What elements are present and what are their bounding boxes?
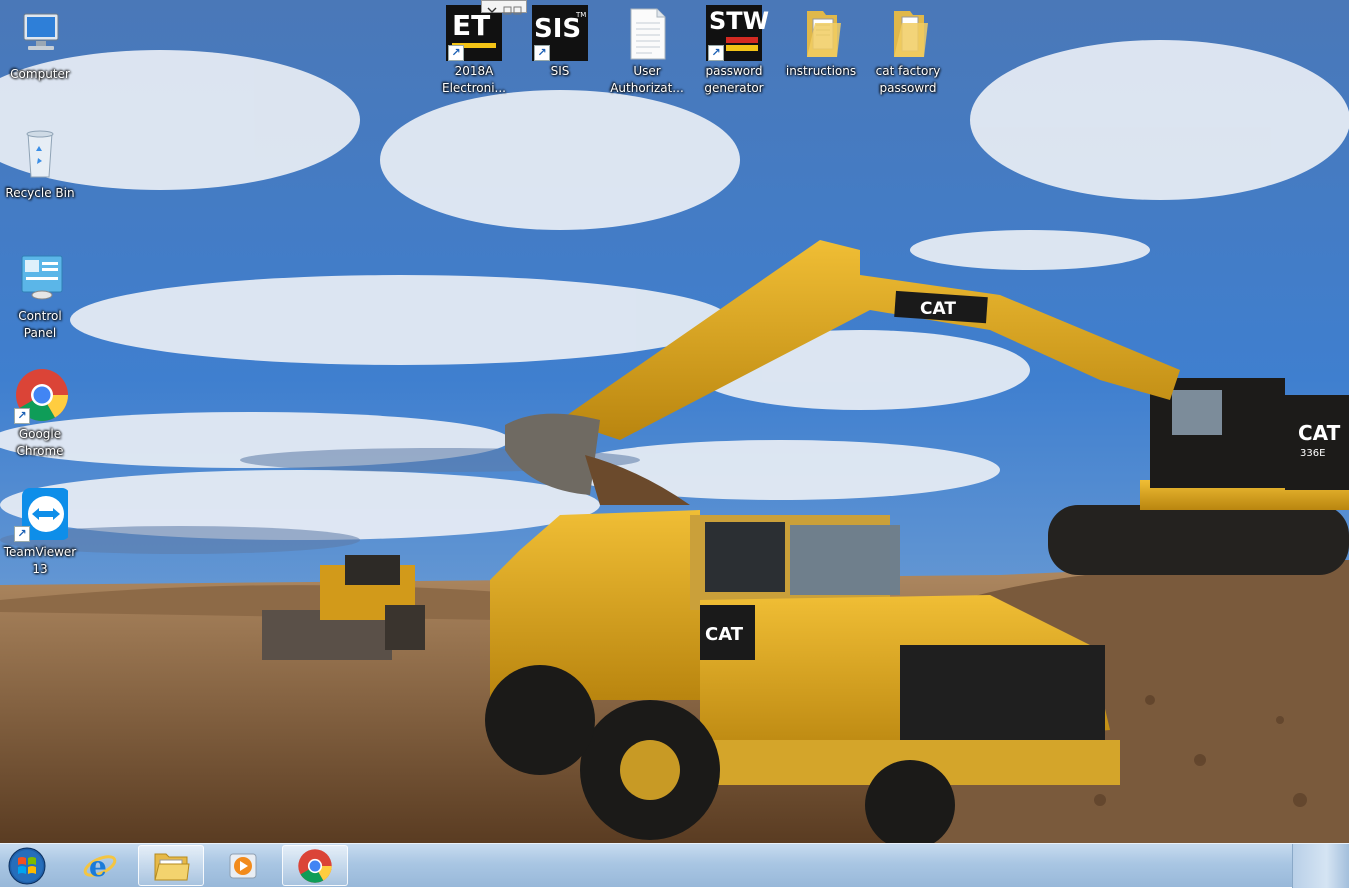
teamviewer-icon: ↗ xyxy=(12,486,70,542)
start-button[interactable] xyxy=(2,845,52,886)
recycle-bin-icon xyxy=(12,127,68,183)
computer-icon xyxy=(12,8,68,64)
desktop-icon-label: cat factory passowrd xyxy=(875,64,941,95)
desktop-icon-label: Recycle Bin xyxy=(5,186,75,200)
taskbar-media-player[interactable] xyxy=(210,845,276,886)
desktop-icon-control-panel[interactable]: Control Panel xyxy=(0,250,80,342)
stw-glyph-text: STW xyxy=(709,7,770,35)
folder-icon xyxy=(154,853,190,880)
stw-icon: STW ↗ xyxy=(706,5,769,61)
show-desktop-button[interactable] xyxy=(1292,844,1349,888)
desktop-icon-2018a-electronic[interactable]: ET ↗ 2018A Electroni... xyxy=(434,5,514,97)
shortcut-arrow-icon: ↗ xyxy=(708,45,724,61)
taskbar-file-explorer[interactable] xyxy=(138,845,204,886)
taskbar-internet-explorer[interactable]: e xyxy=(70,845,130,886)
shortcut-arrow-icon: ↗ xyxy=(448,45,464,61)
truck-cat-logo: CAT xyxy=(705,624,744,645)
desktop-icon-cat-factory-password[interactable]: cat factory passowrd xyxy=(868,5,948,97)
chrome-icon: ↗ xyxy=(12,368,68,424)
taskbar: e xyxy=(0,843,1349,888)
excavator-model-label: 336E xyxy=(1300,448,1325,459)
shortcut-arrow-icon: ↗ xyxy=(534,45,550,61)
desktop-icon-recycle-bin[interactable]: Recycle Bin xyxy=(0,127,80,202)
desktop-icon-computer[interactable]: Computer xyxy=(0,8,80,83)
desktop-icon-sis[interactable]: SIS TM ↗ SIS xyxy=(520,5,600,80)
folder-icon xyxy=(793,5,849,61)
shortcut-arrow-icon: ↗ xyxy=(14,408,30,424)
desktop-icon-label: TeamViewer 13 xyxy=(3,545,77,576)
windows-start-icon xyxy=(8,847,46,884)
shortcut-arrow-icon: ↗ xyxy=(14,526,30,542)
svg-text:e: e xyxy=(89,850,107,883)
sis-glyph-text: SIS xyxy=(534,14,582,44)
internet-explorer-icon: e xyxy=(83,850,117,883)
media-player-icon xyxy=(229,853,257,878)
desktop-icon-label: Computer xyxy=(10,67,70,81)
folder-icon xyxy=(880,5,936,61)
control-panel-icon xyxy=(12,250,68,306)
chrome-icon xyxy=(298,848,332,883)
taskbar-chrome[interactable] xyxy=(282,845,348,886)
desktop-icon-google-chrome[interactable]: ↗ Google Chrome xyxy=(0,368,80,460)
desktop-icon-label: 2018A Electroni... xyxy=(442,64,506,95)
sis-icon: SIS TM ↗ xyxy=(532,5,588,61)
sis-trademark: TM xyxy=(576,11,587,19)
desktop-icon-instructions[interactable]: instructions xyxy=(781,5,861,80)
cab-cat-logo: CAT xyxy=(1298,421,1341,445)
desktop-icon-label: Google Chrome xyxy=(16,427,64,458)
desktop-icon-label: User Authorizat... xyxy=(610,64,684,95)
text-document-icon xyxy=(619,5,675,61)
desktop-icon-user-authorization[interactable]: User Authorizat... xyxy=(607,5,687,97)
desktop-wallpaper: CAT CAT 336E CAT xyxy=(0,0,1349,843)
desktop-icon-password-generator[interactable]: STW ↗ password generator xyxy=(694,5,774,97)
desktop-icon-teamviewer[interactable]: ↗ TeamViewer 13 xyxy=(0,486,80,578)
desktop-icon-label: SIS xyxy=(550,64,570,78)
desktop-icon-label: instructions xyxy=(785,64,857,78)
desktop-icon-label: Control Panel xyxy=(18,309,62,340)
desktop-icon-label: password generator xyxy=(704,64,764,95)
boom-cat-logo: CAT xyxy=(920,299,956,319)
